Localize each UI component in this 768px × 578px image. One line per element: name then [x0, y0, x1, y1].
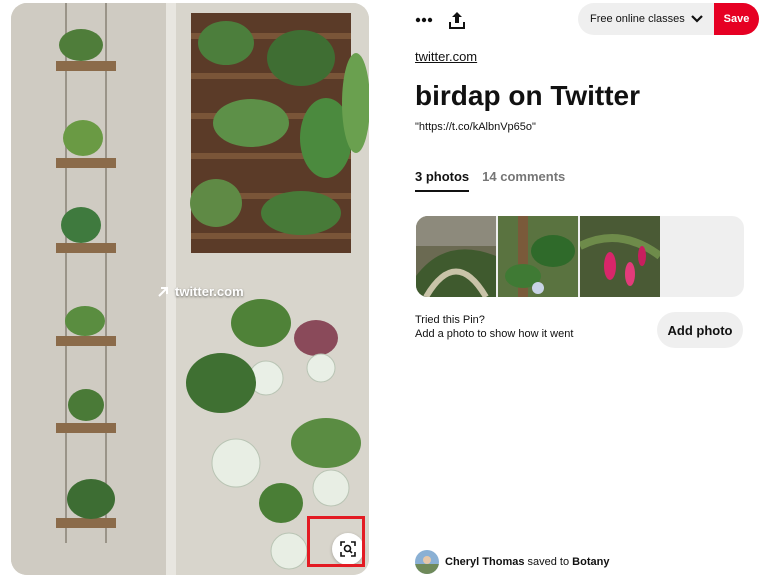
- saved-action: saved to: [524, 556, 573, 568]
- more-options-button[interactable]: [412, 8, 436, 32]
- overlay-link-text: twitter.com: [175, 284, 244, 299]
- more-dots-icon: [415, 17, 433, 23]
- arrow-up-right-icon: [158, 286, 168, 297]
- tried-pin-subtitle: Add a photo to show how it went: [415, 328, 574, 340]
- pin-description: "https://t.co/kAlbnVp65o": [415, 121, 536, 133]
- saved-user[interactable]: Cheryl Thomas: [445, 556, 524, 568]
- photo-thumbnail[interactable]: [416, 216, 496, 297]
- share-button[interactable]: [445, 8, 469, 32]
- share-upload-icon: [449, 12, 465, 29]
- trellis: [190, 13, 369, 253]
- board-select[interactable]: Free online classes: [578, 3, 714, 35]
- save-button[interactable]: Save: [714, 3, 759, 35]
- tabs: 3 photos 14 comments: [415, 169, 565, 192]
- chevron-down-icon: [691, 15, 703, 23]
- avatar-image: [415, 550, 439, 574]
- photo-thumbnail[interactable]: [580, 216, 660, 297]
- tried-pin-title: Tried this Pin?: [415, 314, 485, 326]
- board-select-value: Free online classes: [590, 13, 685, 25]
- saved-by: Cheryl Thomas saved to Botany: [415, 550, 609, 574]
- highlight-box: [307, 516, 365, 567]
- pin-image[interactable]: twitter.com: [11, 3, 369, 575]
- source-link[interactable]: twitter.com: [415, 49, 477, 64]
- add-photo-button[interactable]: Add photo: [657, 312, 743, 348]
- photo-strip: [416, 216, 744, 297]
- pin-title: birdap on Twitter: [415, 80, 641, 111]
- photo-thumbnail[interactable]: [498, 216, 578, 297]
- tab-photos[interactable]: 3 photos: [415, 169, 470, 192]
- avatar[interactable]: [415, 550, 439, 574]
- saved-board[interactable]: Botany: [572, 556, 609, 568]
- pin-source-overlay[interactable]: twitter.com: [156, 284, 244, 299]
- tab-comments[interactable]: 14 comments: [482, 169, 565, 192]
